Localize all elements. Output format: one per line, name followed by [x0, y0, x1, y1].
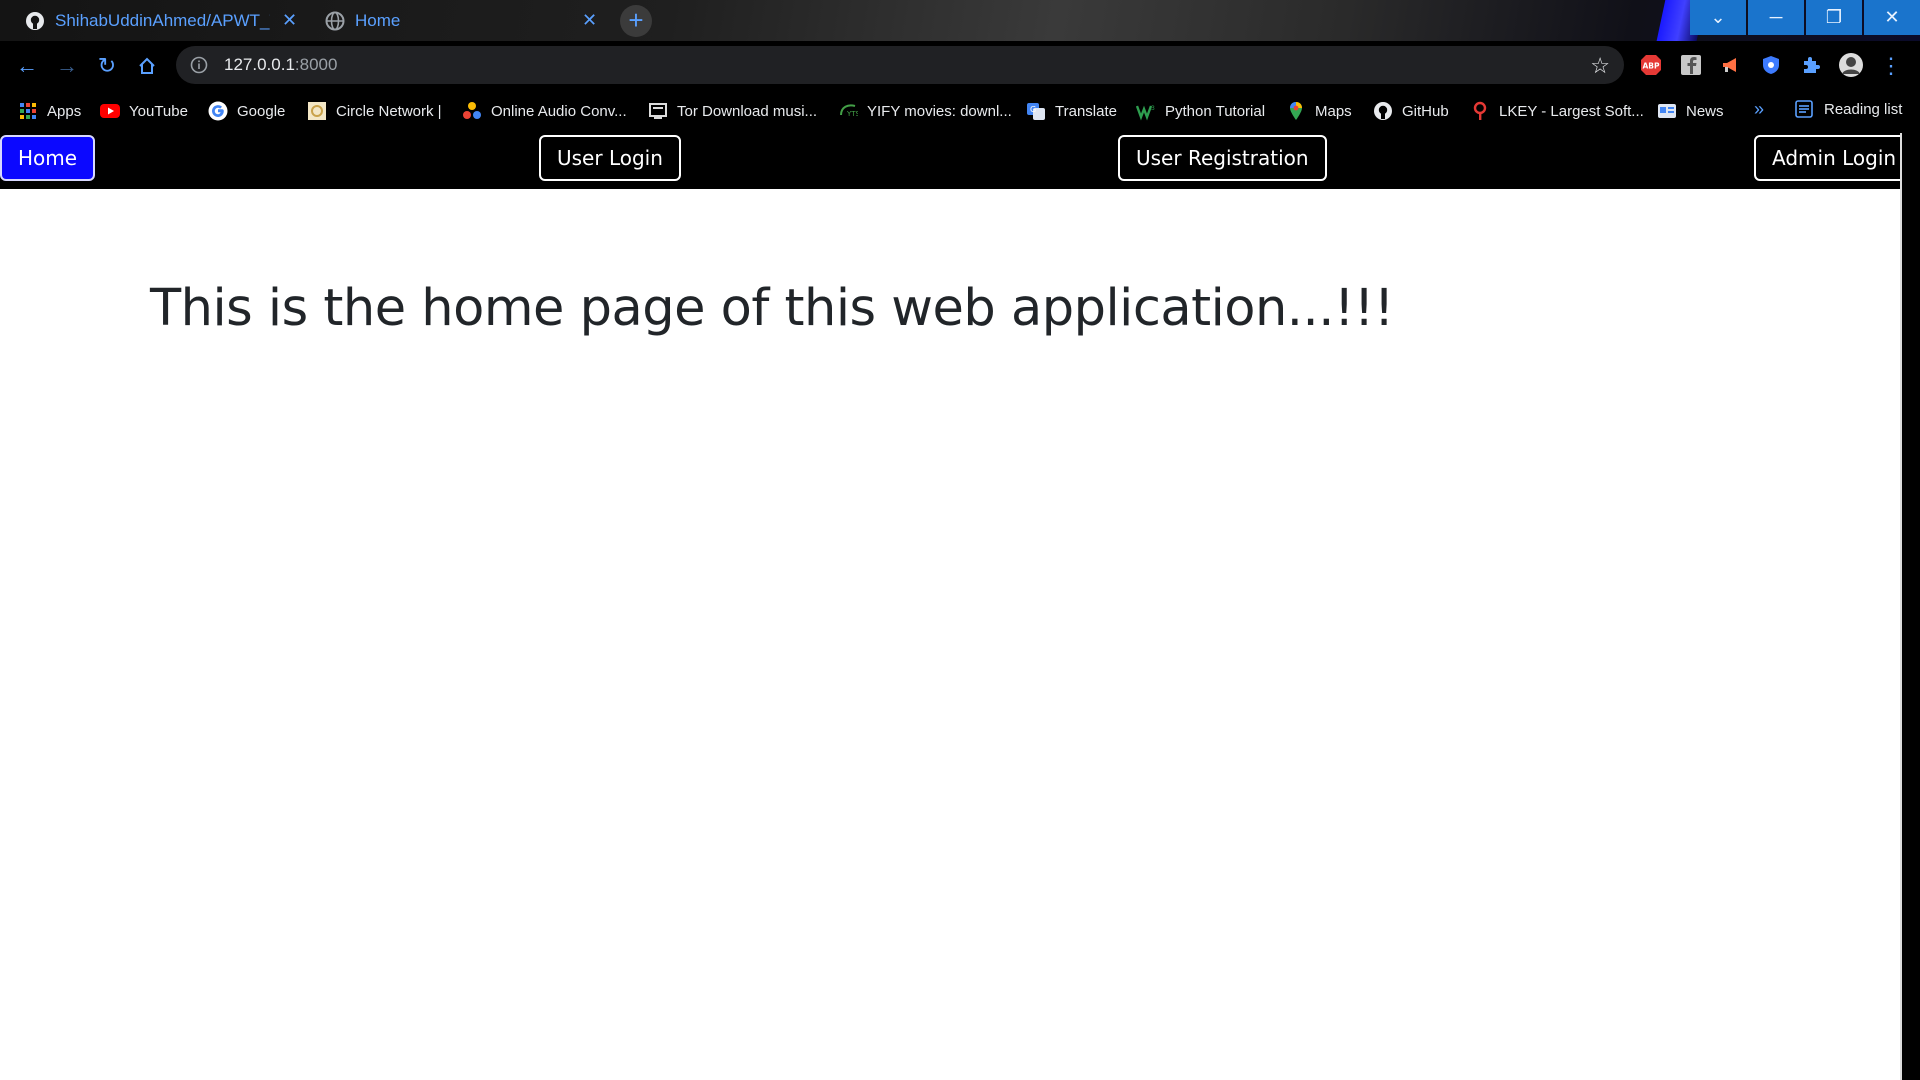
extensions-puzzle-icon[interactable]: [1797, 51, 1825, 79]
bookmark-label: Maps: [1315, 102, 1352, 120]
address-bar[interactable]: 127.0.0.1:8000 ☆: [176, 46, 1624, 84]
home-button[interactable]: Home: [0, 135, 96, 181]
url-host: 127.0.0.1: [224, 55, 295, 74]
bookmark-label: Apps: [47, 102, 82, 120]
tab-github[interactable]: ShihabUddinAhmed/APWT_TASK ✕: [24, 0, 297, 41]
globe-icon: [324, 10, 346, 32]
browser-toolbar: ← → ↻ 127.0.0.1:8000 ☆ ABP ⋮: [0, 41, 1920, 89]
tab-home[interactable]: Home ✕: [324, 0, 597, 41]
bookmark-label: LKEY - Largest Soft...: [1499, 102, 1644, 120]
audio-converter-icon: [462, 101, 482, 121]
shield-extension-icon[interactable]: [1757, 51, 1785, 79]
svg-text:ABP: ABP: [1642, 62, 1660, 71]
minimize-icon: ─: [1769, 7, 1783, 27]
restore-button[interactable]: ❐: [1806, 0, 1862, 35]
bookmark-star-icon[interactable]: ☆: [1590, 53, 1610, 79]
apps-grid-icon: [18, 101, 38, 121]
minimize-button[interactable]: ─: [1748, 0, 1804, 35]
bookmarks-bar: Apps YouTube Google Circle Network | Onl…: [0, 89, 1920, 133]
page-scrollbar[interactable]: [1900, 133, 1920, 1080]
bookmark-label: YIFY movies: downl...: [867, 102, 1012, 120]
bookmark-label: YouTube: [129, 102, 188, 120]
bookmark-news[interactable]: News: [1657, 99, 1724, 123]
bookmark-tor-download[interactable]: Tor Download musi...: [648, 99, 817, 123]
bookmark-python-tutorial[interactable]: 3 Python Tutorial: [1136, 99, 1265, 123]
bookmark-github[interactable]: GitHub: [1373, 99, 1449, 123]
svg-text:3: 3: [1151, 105, 1155, 112]
tor-icon: [648, 101, 668, 121]
bookmark-yify[interactable]: YTS YIFY movies: downl...: [838, 99, 1012, 123]
close-icon: ✕: [1884, 7, 1900, 27]
user-registration-button[interactable]: User Registration: [1118, 135, 1327, 181]
circle-network-icon: [307, 101, 327, 121]
more-menu-icon[interactable]: ⋮: [1878, 53, 1904, 79]
bookmark-label: Google: [237, 102, 286, 120]
reading-list-icon: [1794, 99, 1814, 119]
bookmark-label: Online Audio Conv...: [491, 102, 627, 120]
github-icon: [1373, 101, 1393, 121]
bookmark-online-audio[interactable]: Online Audio Conv...: [462, 99, 627, 123]
svg-text:YTS: YTS: [846, 110, 858, 118]
user-login-button[interactable]: User Login: [539, 135, 681, 181]
bookmark-circle-network[interactable]: Circle Network |: [307, 99, 442, 123]
forward-arrow-icon[interactable]: →: [54, 53, 80, 79]
bookmark-youtube[interactable]: YouTube: [100, 99, 188, 123]
w3schools-icon: 3: [1136, 101, 1156, 121]
reading-list-label: Reading list: [1824, 100, 1903, 118]
bookmark-apps[interactable]: Apps: [18, 99, 81, 123]
restore-icon: ❐: [1825, 7, 1843, 27]
url-port: :8000: [294, 55, 338, 74]
back-arrow-icon[interactable]: ←: [14, 53, 40, 79]
github-icon: [24, 10, 46, 32]
admin-login-button[interactable]: Admin Login: [1754, 135, 1900, 181]
tab-search-button[interactable]: ⌄: [1690, 0, 1746, 35]
maps-pin-icon: [1286, 101, 1306, 121]
url-text: 127.0.0.1:8000: [224, 55, 337, 75]
close-tab-icon[interactable]: ✕: [282, 10, 297, 31]
facebook-extension-icon[interactable]: [1677, 51, 1705, 79]
more-bookmarks-button[interactable]: »: [1754, 99, 1764, 120]
site-info-icon[interactable]: [188, 54, 210, 76]
google-icon: [208, 101, 228, 121]
home-icon[interactable]: [134, 53, 160, 79]
yify-icon: YTS: [838, 101, 858, 121]
bookmark-label: Python Tutorial: [1165, 102, 1266, 120]
svg-text:G: G: [1030, 105, 1036, 114]
browser-tab-strip: ShihabUddinAhmed/APWT_TASK ✕ Home ✕ + ⌄ …: [0, 0, 1920, 41]
close-tab-icon[interactable]: ✕: [582, 10, 597, 31]
new-tab-button[interactable]: +: [620, 5, 652, 37]
bookmark-label: GitHub: [1402, 102, 1449, 120]
bookmark-label: Circle Network |: [336, 102, 442, 120]
adblock-plus-icon[interactable]: ABP: [1637, 51, 1665, 79]
tab-title: ShihabUddinAhmed/APWT_TASK: [55, 10, 270, 30]
site-navbar: Home User Login User Registration Admin …: [0, 133, 1900, 189]
tab-title: Home: [355, 10, 401, 30]
bookmark-translate[interactable]: G Translate: [1026, 99, 1117, 123]
megaphone-extension-icon[interactable]: [1717, 51, 1745, 79]
page-heading: This is the home page of this web applic…: [150, 279, 1394, 338]
close-window-button[interactable]: ✕: [1864, 0, 1920, 35]
chevron-down-icon: ⌄: [1710, 7, 1726, 27]
youtube-icon: [100, 101, 120, 121]
bookmark-label: Tor Download musi...: [677, 102, 818, 120]
lkey-icon: [1470, 101, 1490, 121]
reading-list-button[interactable]: Reading list: [1794, 99, 1902, 119]
bookmark-maps[interactable]: Maps: [1286, 99, 1352, 123]
translate-icon: G: [1026, 101, 1046, 121]
bookmark-label: News: [1686, 102, 1724, 120]
page-viewport: Home User Login User Registration Admin …: [0, 133, 1900, 1080]
bookmark-google[interactable]: Google: [208, 99, 285, 123]
bookmark-lkey[interactable]: LKEY - Largest Soft...: [1470, 99, 1644, 123]
scrollbar-edge: [1900, 133, 1902, 1080]
profile-avatar[interactable]: [1837, 51, 1865, 79]
news-icon: [1657, 101, 1677, 121]
bookmark-label: Translate: [1055, 102, 1117, 120]
reload-icon[interactable]: ↻: [94, 53, 120, 79]
